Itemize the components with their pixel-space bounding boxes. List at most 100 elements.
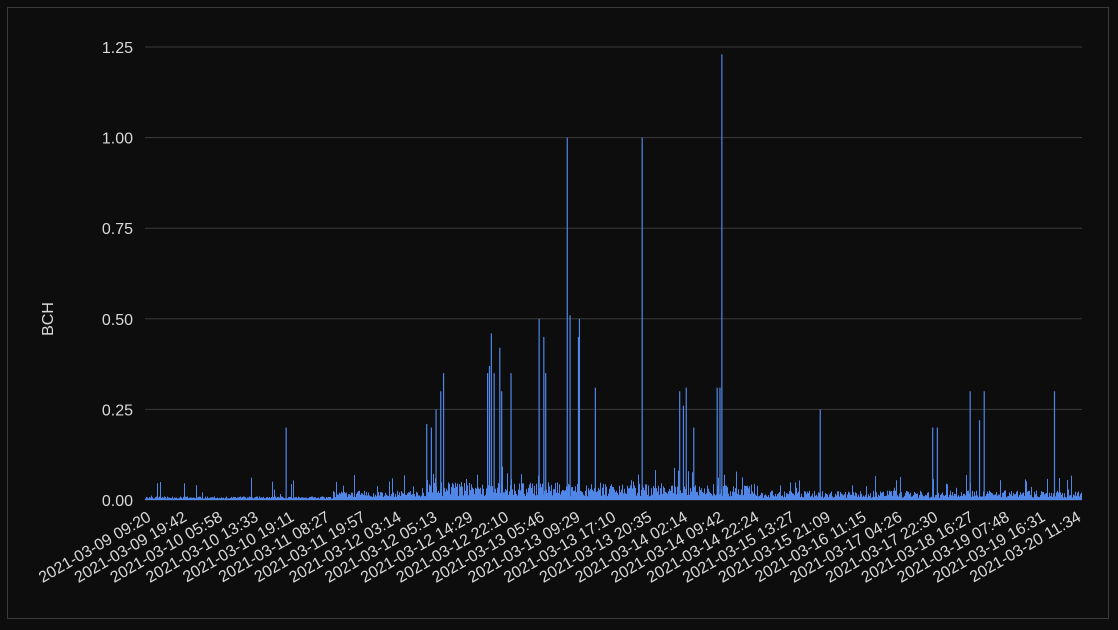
bar <box>713 484 714 500</box>
bar <box>902 497 903 500</box>
bar <box>985 496 986 500</box>
bar <box>312 496 313 500</box>
bar <box>233 496 234 500</box>
bar <box>644 490 645 500</box>
bars-layer <box>145 54 1082 501</box>
bar <box>564 490 565 500</box>
bar <box>928 492 929 500</box>
bar <box>708 488 709 500</box>
bar <box>519 483 520 500</box>
bar <box>927 492 928 500</box>
bar <box>876 492 877 500</box>
bar <box>347 496 348 500</box>
bar <box>331 498 332 500</box>
bar <box>1046 492 1047 500</box>
bar <box>910 492 911 500</box>
bar <box>164 496 165 500</box>
bar <box>364 490 365 500</box>
bar <box>342 492 343 500</box>
bar <box>281 496 282 500</box>
bar <box>750 493 751 500</box>
bar <box>330 496 331 500</box>
bar <box>528 487 529 500</box>
bar <box>584 495 585 500</box>
bar <box>637 492 638 500</box>
bar <box>452 482 453 500</box>
bar <box>524 493 525 500</box>
bar <box>437 492 438 500</box>
bar <box>667 493 668 500</box>
bar <box>696 492 697 500</box>
bar <box>761 492 762 500</box>
bar <box>705 494 706 500</box>
bar-spike <box>685 387 687 500</box>
bar <box>800 497 801 500</box>
bar <box>295 497 296 500</box>
bar <box>798 491 799 500</box>
bar <box>403 493 404 500</box>
bar <box>196 485 197 500</box>
bar <box>995 494 996 500</box>
bar-spike <box>969 391 971 500</box>
bar <box>980 496 981 500</box>
bar <box>568 484 569 500</box>
chart-canvas: 0.00 0.25 0.50 0.75 1.00 1.25 2021-03-09 09:2… <box>36 40 1084 587</box>
bar <box>373 493 374 500</box>
bar <box>516 494 517 500</box>
bar <box>823 497 824 500</box>
bar <box>374 496 375 500</box>
bar <box>313 497 314 500</box>
bar <box>413 486 414 500</box>
bar <box>707 485 708 500</box>
bar <box>792 493 793 500</box>
bar <box>1043 491 1044 500</box>
bar <box>335 497 336 500</box>
bar <box>464 483 465 500</box>
bar <box>485 494 486 500</box>
bar <box>169 497 170 500</box>
bar <box>1072 497 1073 500</box>
bar <box>222 498 223 500</box>
bar <box>941 493 942 500</box>
bar <box>668 491 669 500</box>
bar <box>1040 495 1041 500</box>
bar <box>299 497 300 500</box>
bar <box>163 497 164 500</box>
bar <box>851 494 852 500</box>
bar <box>870 493 871 500</box>
bar <box>791 491 792 500</box>
bar <box>559 484 560 500</box>
bar <box>633 481 634 500</box>
bar <box>588 488 589 500</box>
bar <box>939 497 940 500</box>
bar <box>298 496 299 500</box>
bar <box>362 493 363 500</box>
bar <box>232 497 233 500</box>
bar-spike <box>932 427 934 500</box>
bar <box>188 498 189 500</box>
bar <box>420 496 421 500</box>
bar <box>270 498 271 500</box>
bar <box>835 493 836 500</box>
bar <box>1034 491 1035 500</box>
bar <box>207 496 208 500</box>
bar <box>1050 496 1051 500</box>
bar <box>166 498 167 500</box>
bar <box>278 496 279 500</box>
bar <box>378 492 379 500</box>
bar <box>605 484 606 500</box>
bar <box>1021 494 1022 500</box>
bar <box>929 497 930 500</box>
bar <box>643 487 644 500</box>
bar <box>363 494 364 500</box>
bar <box>940 495 941 500</box>
bar <box>152 497 153 500</box>
bar <box>762 493 763 500</box>
bar <box>1078 491 1079 500</box>
bar <box>817 496 818 500</box>
bar <box>453 484 454 500</box>
bar <box>405 494 406 500</box>
bar <box>534 485 535 500</box>
bar <box>1081 492 1082 500</box>
bar <box>745 485 746 500</box>
